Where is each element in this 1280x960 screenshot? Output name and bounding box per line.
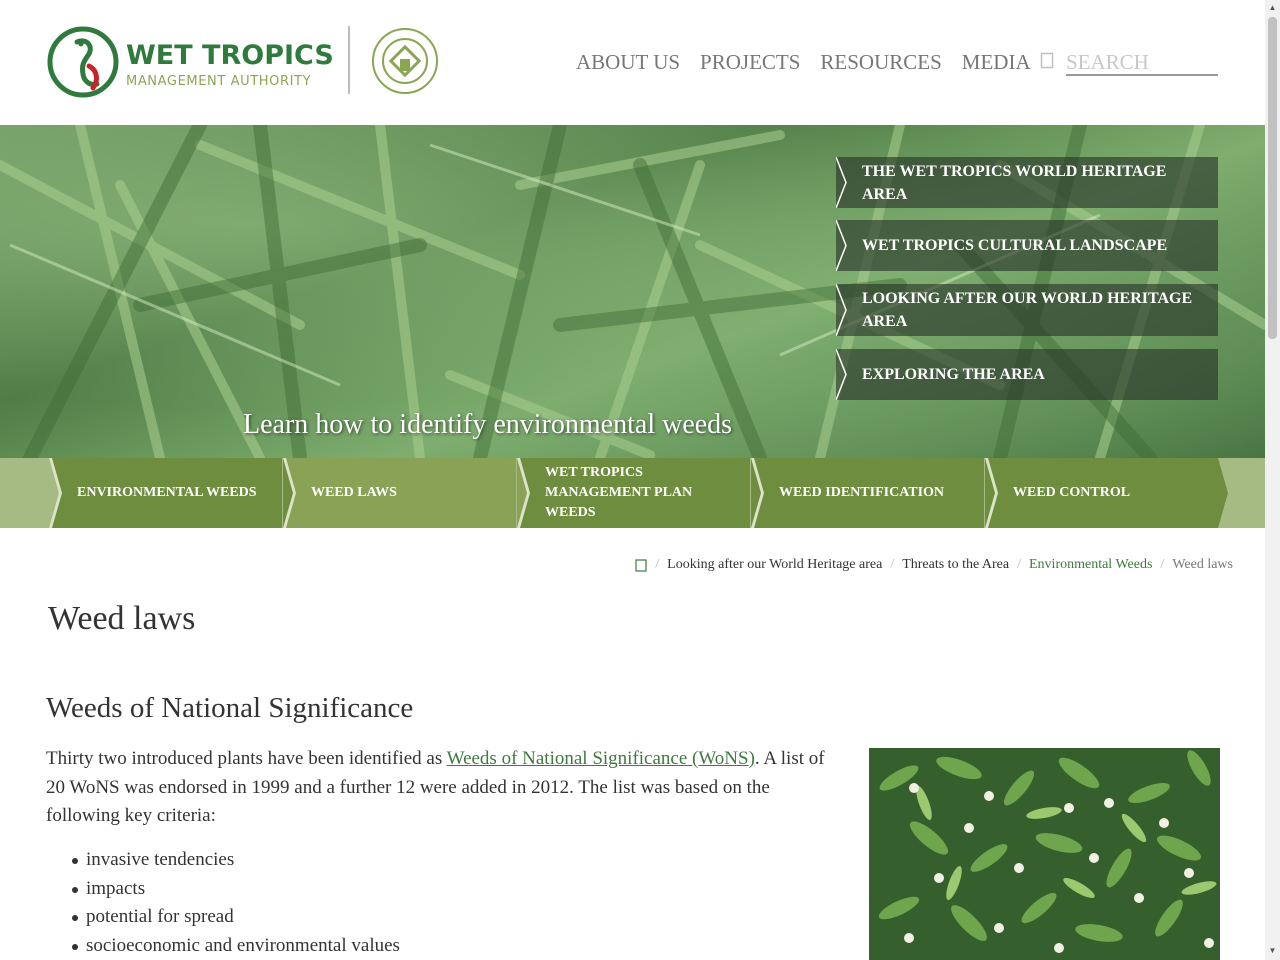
breadcrumb-separator: /: [890, 557, 895, 572]
hero-banner: Learn how to identify environmental weed…: [0, 125, 1265, 458]
subnav-label: WET TROPICS MANAGEMENT PLAN WEEDS: [545, 465, 693, 520]
subnav-end-chevron-icon: [1218, 458, 1228, 528]
chevron-right-icon: [836, 157, 847, 208]
list-item: socioeconomic and environmental values: [72, 932, 400, 960]
breadcrumb: / Looking after our World Heritage area …: [635, 557, 1233, 573]
subnav-weed-laws[interactable]: WEED LAWS: [283, 458, 516, 528]
hero-menu-item-world-heritage-area[interactable]: THE WET TROPICS WORLD HERITAGE AREA: [836, 157, 1218, 208]
page-scrollbar[interactable]: ▲ ▼: [1265, 0, 1280, 960]
world-heritage-emblem-icon: [372, 28, 438, 94]
chevron-right-icon: [985, 458, 998, 528]
page-title: Weed laws: [48, 600, 196, 637]
hero-menu-label: THE WET TROPICS WORLD HERITAGE AREA: [862, 162, 1167, 203]
brand-subtitle: MANAGEMENT AUTHORITY: [126, 74, 312, 89]
intro-paragraph: Thirty two introduced plants have been i…: [46, 745, 846, 831]
list-item: invasive tendencies: [72, 846, 400, 875]
subnav-label: WEED LAWS: [311, 485, 397, 500]
subnav-label: WEED CONTROL: [1013, 485, 1131, 500]
alligator-weed-image: [869, 748, 1220, 960]
intro-text-before: Thirty two introduced plants have been i…: [46, 748, 447, 769]
site-header: WET TROPICS MANAGEMENT AUTHORITY ABOUT U…: [0, 0, 1265, 125]
brand-title: WET TROPICS: [126, 40, 334, 71]
subnav-label: WEED IDENTIFICATION: [779, 485, 945, 500]
weed-photo: [869, 748, 1220, 960]
section-subnav: ENVIRONMENTAL WEEDS WEED LAWS WET TROPIC…: [0, 458, 1265, 528]
subnav-management-plan-weeds[interactable]: WET TROPICS MANAGEMENT PLAN WEEDS: [517, 458, 750, 528]
hero-menu-item-exploring[interactable]: EXPLORING THE AREA: [836, 349, 1218, 400]
hero-menu-item-looking-after[interactable]: LOOKING AFTER OUR WORLD HERITAGE AREA: [836, 284, 1218, 336]
breadcrumb-separator: /: [1017, 557, 1021, 572]
breadcrumb-link[interactable]: Environmental Weeds: [1029, 557, 1152, 573]
chevron-right-icon: [836, 284, 847, 336]
wons-link[interactable]: Weeds of National Significance (WoNS): [447, 748, 755, 769]
search-box: [1040, 50, 1218, 77]
hero-menu-label: WET TROPICS CULTURAL LANDSCAPE: [862, 237, 1168, 254]
hero-menu-item-cultural-landscape[interactable]: WET TROPICS CULTURAL LANDSCAPE: [836, 220, 1218, 271]
hero-caption: Learn how to identify environmental weed…: [243, 409, 733, 440]
home-icon[interactable]: [635, 558, 647, 572]
scrollbar-thumb[interactable]: [1268, 17, 1277, 339]
breadcrumb-separator: /: [655, 557, 660, 572]
chevron-right-icon: [49, 458, 62, 528]
hero-menu-label: EXPLORING THE AREA: [862, 366, 1045, 383]
nav-media[interactable]: MEDIA: [962, 50, 1031, 75]
list-item: potential for spread: [72, 903, 400, 932]
breadcrumb-link[interactable]: Threats to the Area: [902, 557, 1009, 573]
search-input[interactable]: [1066, 50, 1218, 76]
cassowary-logo-icon[interactable]: [47, 26, 119, 98]
breadcrumb-current: Weed laws: [1172, 557, 1233, 572]
subnav-environmental-weeds[interactable]: ENVIRONMENTAL WEEDS: [49, 458, 282, 528]
search-icon[interactable]: [1040, 52, 1056, 70]
criteria-list: invasive tendencies impacts potential fo…: [72, 846, 400, 960]
chevron-right-icon: [751, 458, 764, 528]
chevron-right-icon: [517, 458, 530, 528]
chevron-right-icon: [836, 349, 847, 400]
list-item: impacts: [72, 875, 400, 904]
breadcrumb-link[interactable]: Looking after our World Heritage area: [667, 557, 882, 573]
chevron-right-icon: [283, 458, 296, 528]
nav-about-us[interactable]: ABOUT US: [576, 50, 680, 75]
subnav-weed-identification[interactable]: WEED IDENTIFICATION: [751, 458, 984, 528]
logo-divider: [348, 26, 350, 94]
main-nav: ABOUT US PROJECTS RESOURCES MEDIA: [576, 50, 1031, 75]
hero-menu-label: LOOKING AFTER OUR WORLD HERITAGE AREA: [862, 290, 1193, 330]
nav-resources[interactable]: RESOURCES: [820, 50, 941, 75]
subnav-label: ENVIRONMENTAL WEEDS: [77, 485, 257, 500]
section-title: Weeds of National Significance: [46, 692, 414, 724]
nav-projects[interactable]: PROJECTS: [700, 50, 800, 75]
breadcrumb-separator: /: [1160, 557, 1165, 572]
subnav-weed-control[interactable]: WEED CONTROL: [985, 458, 1218, 528]
chevron-right-icon: [836, 220, 847, 271]
scroll-up-arrow-icon[interactable]: ▲: [1268, 3, 1277, 13]
scroll-down-arrow-icon[interactable]: ▼: [1268, 946, 1277, 956]
